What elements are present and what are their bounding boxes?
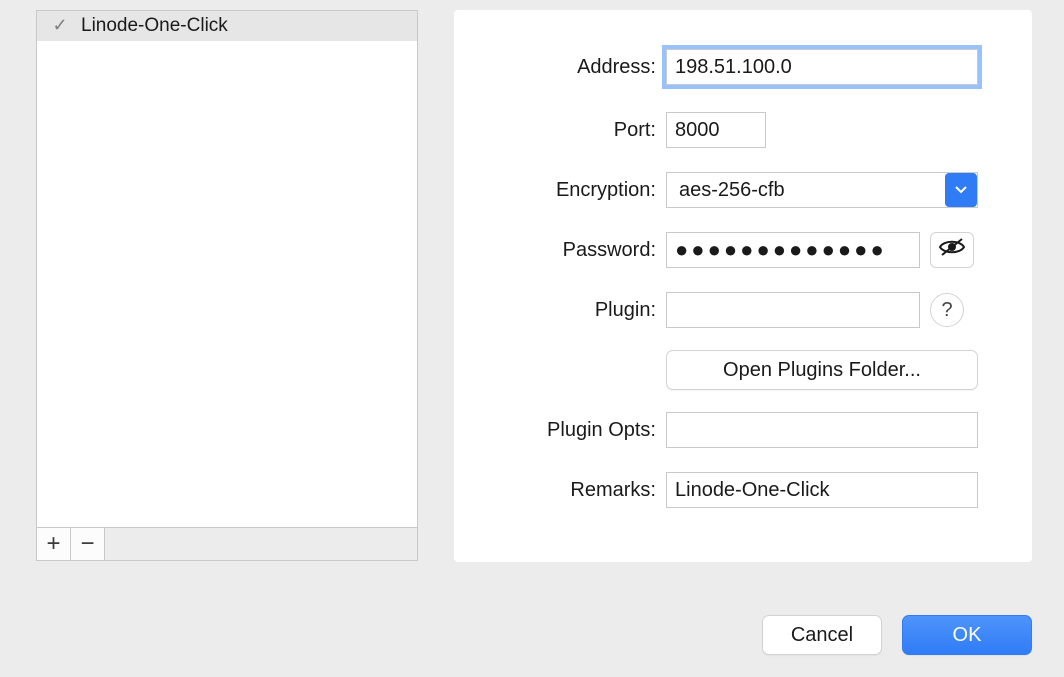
- server-list-item[interactable]: ✓ Linode-One-Click: [37, 11, 417, 41]
- port-input[interactable]: [666, 112, 766, 148]
- server-detail-panel: Address: Port: Encryption: aes-256-cfb: [454, 10, 1032, 562]
- dialog-button-row: Cancel OK: [762, 615, 1032, 655]
- cancel-button-label: Cancel: [791, 624, 853, 647]
- encryption-label: Encryption:: [454, 179, 666, 202]
- plugin-input[interactable]: [666, 292, 920, 328]
- plus-icon: +: [46, 530, 60, 558]
- password-masked-value: ●●●●●●●●●●●●●: [675, 237, 887, 263]
- plugin-help-button[interactable]: ?: [930, 293, 964, 327]
- server-form: Address: Port: Encryption: aes-256-cfb: [454, 10, 1032, 520]
- address-input[interactable]: [666, 49, 978, 85]
- open-plugins-folder-button[interactable]: Open Plugins Folder...: [666, 350, 978, 390]
- open-plugins-folder-label: Open Plugins Folder...: [723, 359, 921, 382]
- password-input[interactable]: ●●●●●●●●●●●●●: [666, 232, 920, 268]
- port-label: Port:: [454, 119, 666, 142]
- remarks-input[interactable]: [666, 472, 978, 508]
- plugin-opts-input[interactable]: [666, 412, 978, 448]
- add-server-button[interactable]: +: [37, 528, 71, 560]
- toggle-password-visibility-button[interactable]: [930, 232, 974, 268]
- preferences-dialog: ✓ Linode-One-Click + − Address: Port: [0, 0, 1064, 677]
- ok-button-label: OK: [953, 624, 982, 647]
- server-list[interactable]: ✓ Linode-One-Click: [36, 10, 418, 528]
- server-list-footer: + −: [36, 528, 418, 561]
- encryption-value: aes-256-cfb: [675, 179, 785, 202]
- eye-slash-icon: [938, 237, 966, 263]
- server-list-panel: ✓ Linode-One-Click + −: [36, 10, 418, 562]
- remarks-label: Remarks:: [454, 479, 666, 502]
- chevron-down-icon: [945, 173, 977, 207]
- encryption-select[interactable]: aes-256-cfb: [666, 172, 978, 208]
- address-label: Address:: [454, 56, 666, 79]
- question-icon: ?: [941, 299, 952, 322]
- remove-server-button[interactable]: −: [71, 528, 105, 560]
- footer-spacer: [105, 528, 417, 560]
- plugin-opts-label: Plugin Opts:: [454, 419, 666, 442]
- cancel-button[interactable]: Cancel: [762, 615, 882, 655]
- ok-button[interactable]: OK: [902, 615, 1032, 655]
- checkmark-icon: ✓: [51, 15, 69, 36]
- plugin-label: Plugin:: [454, 299, 666, 322]
- server-list-item-label: Linode-One-Click: [81, 15, 228, 37]
- minus-icon: −: [80, 530, 94, 558]
- password-label: Password:: [454, 239, 666, 262]
